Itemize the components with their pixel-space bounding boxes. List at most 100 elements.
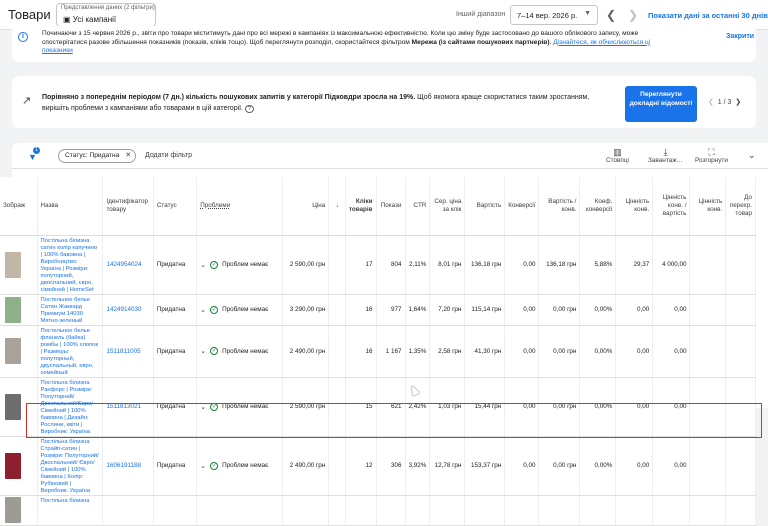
product-thumbnail[interactable]	[0, 294, 38, 326]
avg-cpc-cell: 7,20 грн	[429, 294, 466, 326]
cost-per-conv-cell: 0,00 грн	[538, 377, 581, 437]
product-title-link[interactable]: Постільна білизна сатин колір капучино |…	[37, 235, 104, 295]
conv-value-cell: 0,00	[615, 436, 654, 496]
date-range-selector[interactable]: 7–14 вер. 2026 р. ▼	[510, 5, 598, 25]
col-product-id[interactable]: Ідентифікатор товару	[102, 177, 154, 236]
chevron-down-icon: ⌄	[200, 261, 207, 269]
dropdown-arrow-icon: ▼	[584, 10, 591, 17]
prev-period-icon[interactable]: ❮	[606, 8, 616, 22]
columns-button[interactable]: ▥ Стовпці	[606, 147, 629, 164]
col-conv-rate[interactable]: Коеф. конверсії	[579, 177, 617, 236]
conversions-cell: 0,00	[504, 325, 540, 378]
insight-card: ↗ Порівняно з попереднім періодом (7 дн.…	[12, 76, 756, 128]
table-row[interactable]: Постельное белье фланель (байка) ромбы |…	[0, 325, 756, 378]
notice-banner: i Починаючи з 15 червня 2026 р., звіти п…	[12, 26, 756, 62]
table-row[interactable]: Постільна білизна	[0, 495, 756, 526]
product-title-link[interactable]: Постільна білизна Страйп-сатин | Розміри…	[37, 436, 104, 496]
product-title-link[interactable]: Постільна білизна Ранфорс | Розміри: Пол…	[37, 377, 104, 437]
table-row[interactable]: Постільна білизна Ранфорс | Розміри: Пол…	[0, 377, 756, 437]
col-price[interactable]: Ціна	[282, 177, 330, 236]
product-id-link[interactable]: 1606191188	[102, 436, 154, 496]
conv-rate-cell: 0,00%	[579, 436, 617, 496]
product-thumbnail[interactable]	[0, 495, 38, 526]
columns-icon: ▥	[613, 147, 622, 157]
col-impressions[interactable]: Покази	[376, 177, 406, 236]
status-cell: Придатна	[153, 235, 198, 295]
price-cell: 2 490,00 грн	[282, 325, 330, 378]
issues-cell[interactable]: ⌄ ✓ Проблем немає	[196, 325, 283, 378]
col-avg-cpc[interactable]: Сер. ціна за клік	[429, 177, 466, 236]
sort-arrow-icon[interactable]: ↓	[328, 177, 346, 236]
product-thumbnail[interactable]	[0, 436, 38, 496]
view-selector[interactable]: Представлення даних (2 фільтри) ▣ Усі ка…	[56, 3, 156, 27]
issues-cell[interactable]: ⌄ ✓ Проблем немає	[196, 436, 283, 496]
ctr-cell: 1,35%	[405, 325, 431, 378]
expand-icon: ⛶	[708, 147, 715, 157]
trend-icon: ↗	[22, 95, 32, 107]
col-cost[interactable]: Вартість	[464, 177, 506, 236]
product-thumbnail[interactable]	[0, 377, 38, 437]
status-filter-chip[interactable]: Статус: Придатна ✕	[58, 149, 137, 163]
cost-cell: 153,37 грн	[464, 436, 506, 496]
notice-text: Починаючи з 15 червня 2026 р., звіти про…	[42, 30, 651, 55]
product-title-link[interactable]: Постільна білизна	[37, 495, 104, 526]
col-clicks[interactable]: Кліки товарів	[345, 177, 377, 236]
conv-rate-cell: 5,88%	[579, 235, 617, 295]
col-cost-per-conv[interactable]: Вартість / конв.	[538, 177, 581, 236]
product-id-link[interactable]: 1424954024	[102, 235, 154, 295]
product-id-link[interactable]: 1424914030	[102, 294, 154, 326]
clicks-cell: 16	[345, 325, 377, 378]
info-icon: i	[18, 32, 28, 42]
issues-cell[interactable]: ⌄ ✓ Проблем немає	[196, 377, 283, 437]
add-filter-button[interactable]: Додати фільтр	[145, 152, 192, 159]
close-notice-button[interactable]: Закрити	[726, 33, 754, 40]
col-ctr[interactable]: CTR	[405, 177, 431, 236]
impressions-cell: 977	[376, 294, 406, 326]
product-thumbnail[interactable]	[0, 325, 38, 378]
conversions-cell: 0,00	[504, 436, 540, 496]
prev-insight-icon[interactable]: ❮	[708, 99, 714, 106]
cost-cell: 41,30 грн	[464, 325, 506, 378]
status-cell: Придатна	[153, 294, 198, 326]
chevron-down-icon[interactable]: ⌄	[748, 150, 756, 161]
next-insight-icon[interactable]: ❯	[735, 99, 741, 106]
col-image[interactable]: Зображ	[0, 177, 38, 236]
filter-bar: ▼ 1 Статус: Придатна ✕ Додати фільтр ▥ Сто…	[12, 143, 768, 169]
col-conv-value-cost[interactable]: Цінність конв. / вартість	[652, 177, 691, 236]
check-circle-icon: ✓	[210, 347, 219, 355]
status-cell: Придатна	[153, 325, 198, 378]
product-title-link[interactable]: Постельное белье фланель (байка) ромбы |…	[37, 325, 104, 378]
issues-cell[interactable]: ⌄ ✓ Проблем немає	[196, 235, 283, 295]
close-icon[interactable]: ✕	[125, 150, 131, 162]
impressions-cell: 804	[376, 235, 406, 295]
avg-cpc-cell: 2,58 грн	[429, 325, 466, 378]
col-conv-value-2[interactable]: Цінність конв.	[689, 177, 727, 236]
expand-button[interactable]: ⛶ Розгорнути	[695, 147, 728, 164]
col-title[interactable]: Назва	[37, 177, 104, 236]
table-row[interactable]: Постільна білизна Страйп-сатин | Розміри…	[0, 436, 756, 496]
col-issues[interactable]: Проблеми	[196, 177, 283, 236]
clicks-cell: 17	[345, 235, 377, 295]
download-button[interactable]: ⤓ Завантаж…	[648, 147, 683, 164]
issues-cell[interactable]: ⌄ ✓ Проблем немає	[196, 294, 283, 326]
products-table: Зображ Назва Ідентифікатор товару Статус…	[0, 177, 756, 526]
product-id-link[interactable]: 1511811005	[102, 325, 154, 378]
conv-value-cell: 0,00	[615, 377, 654, 437]
col-conv-value[interactable]: Цінність конв.	[615, 177, 654, 236]
product-id-link[interactable]: 1511813021	[102, 377, 154, 437]
product-thumbnail[interactable]	[0, 235, 38, 295]
conv-value-cell: 29,37	[615, 235, 654, 295]
next-period-icon[interactable]: ❯	[628, 8, 638, 22]
show-last-30-days-link[interactable]: Показати дані за останні 30 днів	[648, 11, 768, 20]
col-conversions[interactable]: Конверсії	[504, 177, 540, 236]
chevron-down-icon: ⌄	[200, 403, 207, 411]
cost-per-conv-cell: 0,00 грн	[538, 325, 581, 378]
view-details-button[interactable]: Переглянути докладні відомості	[625, 86, 697, 122]
col-cross-sell[interactable]: До перехр. товар	[725, 177, 756, 236]
table-row[interactable]: Постельное белье Сатин Жаккард Премиум 1…	[0, 294, 756, 326]
conversions-cell: 0,00	[504, 377, 540, 437]
product-title-link[interactable]: Постельное белье Сатин Жаккард Премиум 1…	[37, 294, 104, 326]
col-status[interactable]: Статус	[153, 177, 198, 236]
filter-count-badge: 1	[33, 147, 40, 154]
table-row[interactable]: Постільна білизна сатин колір капучино |…	[0, 235, 756, 295]
